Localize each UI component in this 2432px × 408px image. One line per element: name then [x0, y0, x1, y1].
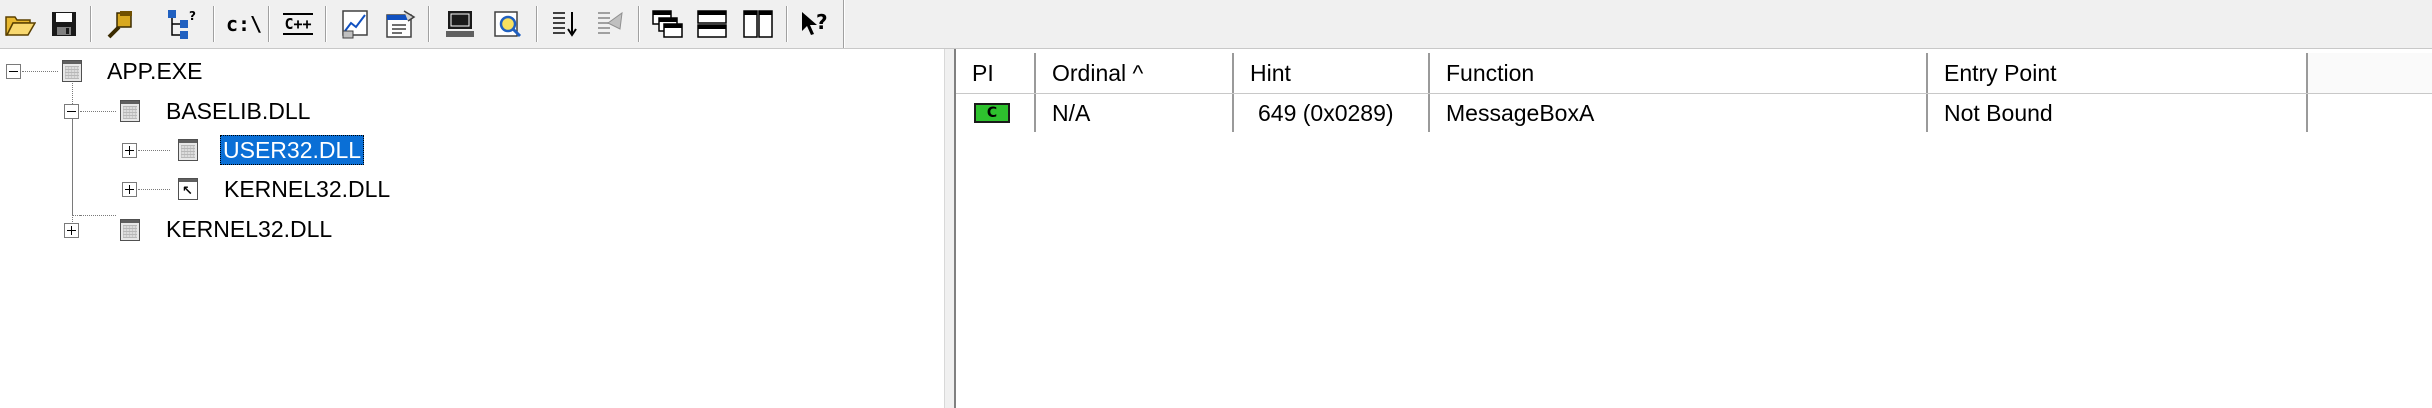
profile-icon[interactable] [337, 6, 373, 42]
toolbar-separator [638, 6, 640, 42]
column-header-ordinal[interactable]: Ordinal ^ [1036, 53, 1234, 93]
toolbar-separator [428, 6, 430, 42]
toolbar-separator [325, 6, 327, 42]
tile-horizontal-icon[interactable] [694, 6, 730, 42]
module-tree[interactable]: APP.EXE BASELIB.DLL USER32.DLL ↖ KERNEL3… [0, 49, 944, 408]
forwarded-module-icon: ↖ [178, 178, 198, 200]
module-icon [62, 60, 82, 82]
ordinal-cell: N/A [1036, 94, 1234, 132]
cpp-icon[interactable]: C++ [278, 6, 318, 42]
import-function-list[interactable]: PI Ordinal ^ Hint Function Entry Point C… [956, 49, 2432, 408]
pane-splitter[interactable] [944, 49, 956, 408]
tree-connector [138, 189, 170, 190]
system-info-icon[interactable] [442, 6, 478, 42]
hint-cell: 649 (0x0289) [1234, 94, 1430, 132]
svg-text:?: ? [189, 9, 196, 23]
tree-connector [22, 71, 58, 72]
help-icon[interactable]: ? [797, 6, 833, 42]
c-function-badge: C [974, 103, 1010, 123]
expand-icon[interactable] [64, 223, 79, 238]
column-header-pi[interactable]: PI [956, 53, 1036, 93]
module-icon [178, 139, 198, 161]
table-row[interactable]: C N/A 649 (0x0289) MessageBoxA Not Bound [956, 94, 2432, 132]
column-header-filler [2308, 53, 2432, 93]
function-cell: MessageBoxA [1430, 94, 1928, 132]
tree-node-label[interactable]: KERNEL32.DLL [163, 214, 335, 244]
toolbar-separator [786, 6, 788, 42]
pi-cell: C [956, 94, 1036, 132]
toolbar-separator [213, 6, 215, 42]
properties-icon[interactable] [382, 6, 418, 42]
tree-node-label[interactable]: USER32.DLL [220, 135, 365, 165]
collapse-icon[interactable] [6, 64, 21, 79]
tree-connector [80, 111, 116, 112]
column-header-function[interactable]: Function [1430, 53, 1928, 93]
collapse-icon[interactable] [64, 104, 79, 119]
save-icon[interactable] [46, 6, 82, 42]
tree-connector [72, 119, 73, 215]
toolbar-end-separator [843, 0, 845, 48]
external-viewer-icon[interactable] [592, 6, 628, 42]
tree-connector [80, 215, 116, 216]
view-module-icon[interactable] [490, 6, 526, 42]
toolbar: ? c:\ C++ ? [0, 0, 2432, 49]
tree-node-label[interactable]: APP.EXE [104, 56, 205, 86]
toolbar-separator [268, 6, 270, 42]
module-icon [120, 219, 140, 241]
expand-icon[interactable] [122, 182, 137, 197]
entry-point-cell: Not Bound [1928, 94, 2308, 132]
module-icon [120, 100, 140, 122]
column-header-hint[interactable]: Hint [1234, 53, 1430, 93]
toolbar-separator [90, 6, 92, 42]
tree-connector [138, 150, 170, 151]
column-header-entry-point[interactable]: Entry Point [1928, 53, 2308, 93]
dependency-icon[interactable]: ? [163, 6, 199, 42]
cascade-icon[interactable] [649, 6, 685, 42]
tree-connector [72, 215, 80, 216]
expand-icon[interactable] [122, 143, 137, 158]
find-icon[interactable] [103, 6, 139, 42]
sort-icon[interactable] [547, 6, 583, 42]
path-icon[interactable]: c:\ [222, 6, 266, 42]
list-header: PI Ordinal ^ Hint Function Entry Point [956, 53, 2432, 94]
dependency-viewer-window: ? c:\ C++ ? APP.EXE BASELIB.DLL USER32.D… [0, 0, 2432, 408]
tree-node-label[interactable]: KERNEL32.DLL [221, 174, 393, 204]
tree-node-label[interactable]: BASELIB.DLL [163, 96, 313, 126]
toolbar-separator [536, 6, 538, 42]
open-icon[interactable] [2, 6, 38, 42]
svg-text:?: ? [816, 10, 828, 34]
tile-vertical-icon[interactable] [740, 6, 776, 42]
